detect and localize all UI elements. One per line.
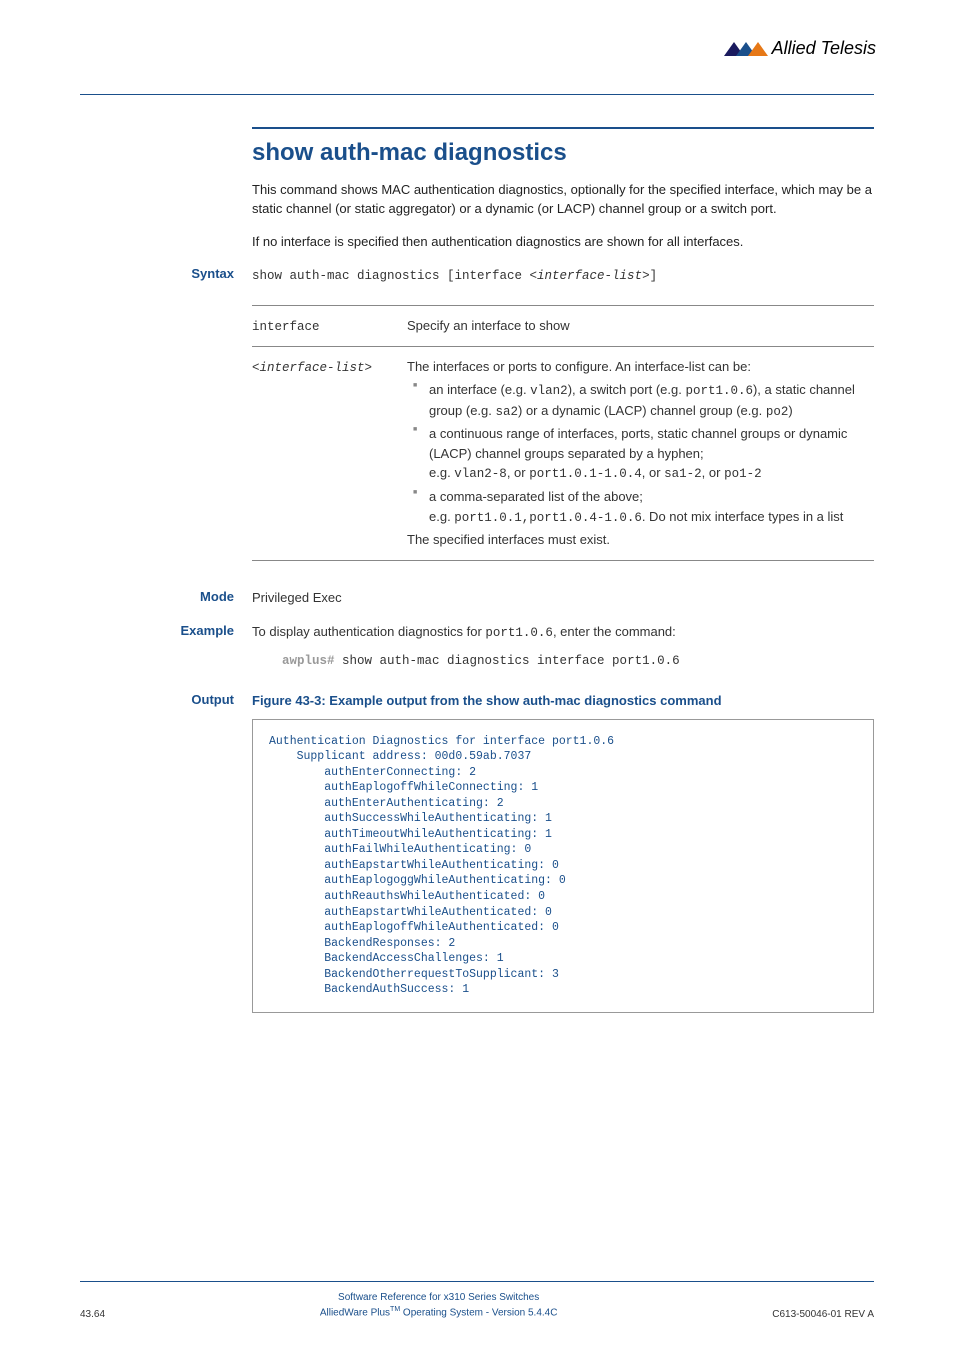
param-desc: The interfaces or ports to configure. An… <box>407 347 874 561</box>
brand-logo: Allied Telesis <box>724 38 876 59</box>
syntax-command: show auth-mac diagnostics [interface <in… <box>252 269 657 283</box>
syntax-label: Syntax <box>80 266 252 561</box>
figure-caption: Figure 43-3: Example output from the sho… <box>252 692 874 711</box>
footer-rule <box>80 1281 874 1282</box>
page-title: show auth-mac diagnostics <box>252 139 874 167</box>
param-name: interface <box>252 320 320 334</box>
syntax-section: Syntax show auth-mac diagnostics [interf… <box>252 266 874 561</box>
page-footer: 43.64 Software Reference for x310 Series… <box>80 1290 874 1320</box>
param-name: <interface-list> <box>252 361 372 375</box>
mode-section: Mode Privileged Exec <box>252 589 874 608</box>
page-number: 43.64 <box>80 1309 105 1320</box>
intro-paragraph-1: This command shows MAC authentication di… <box>252 181 874 219</box>
output-box: Authentication Diagnostics for interface… <box>252 719 874 1013</box>
header-rule <box>80 94 874 95</box>
intro-paragraph-2: If no interface is specified then authen… <box>252 233 874 252</box>
cli-prompt: awplus# <box>282 654 335 668</box>
table-row: <interface-list> The interfaces or ports… <box>252 347 874 561</box>
output-label: Output <box>80 692 252 1013</box>
output-section: Output Figure 43-3: Example output from … <box>252 692 874 1013</box>
allied-telesis-logo-icon <box>724 40 768 58</box>
example-section: Example To display authentication diagno… <box>252 623 874 670</box>
param-desc: Specify an interface to show <box>407 305 874 347</box>
example-text: To display authentication diagnostics fo… <box>252 624 676 639</box>
example-label: Example <box>80 623 252 670</box>
doc-revision: C613-50046-01 REV A <box>772 1309 874 1320</box>
list-item: a continuous range of interfaces, ports,… <box>407 424 866 484</box>
list-item: a comma-separated list of the above;e.g.… <box>407 487 866 527</box>
parameter-table: interface Specify an interface to show <… <box>252 305 874 561</box>
mode-value: Privileged Exec <box>252 589 874 608</box>
brand-name: Allied Telesis <box>772 38 876 59</box>
footer-center: Software Reference for x310 Series Switc… <box>320 1290 558 1320</box>
mode-label: Mode <box>80 589 252 608</box>
list-item: an interface (e.g. vlan2), a switch port… <box>407 380 866 422</box>
title-rule <box>252 127 874 129</box>
table-row: interface Specify an interface to show <box>252 305 874 347</box>
example-command: awplus# show auth-mac diagnostics interf… <box>282 652 874 670</box>
